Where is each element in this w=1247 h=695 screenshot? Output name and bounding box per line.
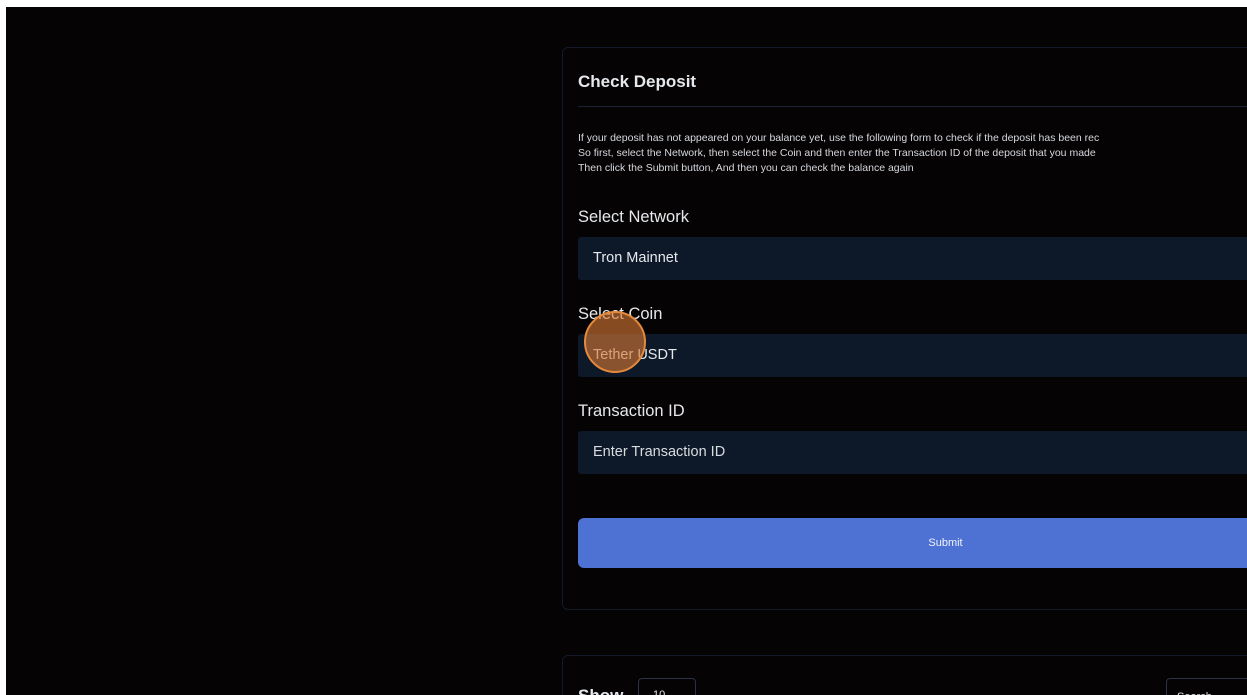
- deposit-instructions: If your deposit has not appeared on your…: [578, 131, 1247, 176]
- table-search-input[interactable]: Search: [1166, 678, 1247, 695]
- instruction-line: Then click the Submit button, And then y…: [578, 162, 914, 174]
- network-label: Select Network: [578, 208, 689, 226]
- network-select[interactable]: Tron Mainnet: [578, 237, 1247, 280]
- page-viewport: Check Deposit If your deposit has not ap…: [6, 7, 1247, 695]
- transaction-id-label: Transaction ID: [578, 402, 685, 420]
- coin-select[interactable]: Tether USDT: [578, 334, 1247, 377]
- coin-label: Select Coin: [578, 305, 663, 323]
- instruction-line: So first, select the Network, then selec…: [578, 147, 1096, 159]
- submit-button[interactable]: Submit: [578, 518, 1247, 568]
- card-divider: [578, 106, 1247, 107]
- transactions-table-card: Show 10 Search: [562, 655, 1247, 695]
- instruction-line: If your deposit has not appeared on your…: [578, 132, 1100, 144]
- submit-button-label: Submit: [928, 537, 963, 549]
- show-entries-label: Show: [578, 686, 623, 695]
- card-title: Check Deposit: [578, 72, 697, 91]
- check-deposit-card: Check Deposit If your deposit has not ap…: [562, 47, 1247, 610]
- entries-per-page-select[interactable]: 10: [638, 678, 696, 695]
- transaction-id-input[interactable]: [578, 431, 1247, 474]
